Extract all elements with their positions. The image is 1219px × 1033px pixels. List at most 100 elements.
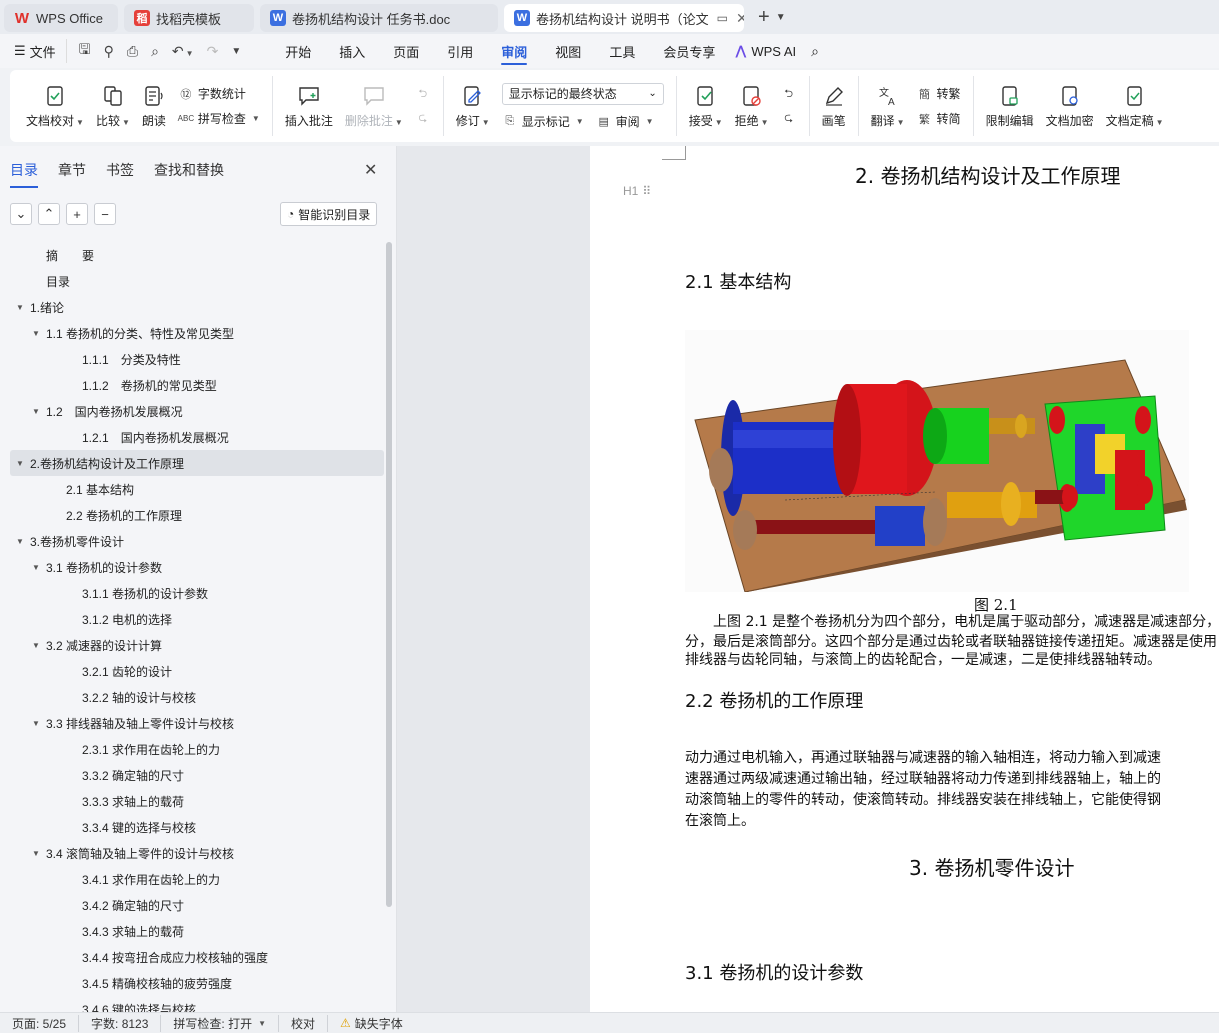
toc-item[interactable]: 1.1.1 分类及特性	[10, 346, 384, 372]
menu-references[interactable]: 引用	[433, 34, 487, 68]
expand-arrow-icon[interactable]: ▼	[30, 641, 42, 650]
expand-arrow-icon[interactable]: ▼	[30, 849, 42, 858]
toc-item[interactable]: 3.3.3 求轴上的载荷	[10, 788, 384, 814]
word-count-status[interactable]: 字数: 8123	[79, 1014, 162, 1032]
nav-tab-chapters[interactable]: 章节	[58, 160, 86, 184]
to-traditional-button[interactable]: 簡转繁	[917, 85, 961, 102]
reject-button[interactable]: 拒绝 ▼	[729, 77, 775, 135]
toc-item[interactable]: ▼ 3.3 排线器轴及轴上零件设计与校核	[10, 710, 384, 736]
word-count-button[interactable]: ⑫ 字数统计	[178, 85, 260, 102]
collapse-up-icon[interactable]: ⌃	[38, 203, 60, 225]
more-icon[interactable]: ▼	[231, 46, 241, 57]
share-icon[interactable]: ⚲	[104, 43, 114, 60]
expand-arrow-icon[interactable]: ▼	[14, 459, 26, 468]
spell-check-button[interactable]: ABC 拼写检查 ▼	[178, 110, 260, 127]
prev-comment-button[interactable]: ⮌	[415, 86, 431, 102]
toc-item[interactable]: 3.2.2 轴的设计与校核	[10, 684, 384, 710]
to-simplified-button[interactable]: 繁转简	[917, 110, 961, 127]
next-change-button[interactable]: ⮎	[781, 110, 797, 126]
scroll-thumb[interactable]	[386, 242, 392, 907]
toc-item[interactable]: ▼ 3.2 减速器的设计计算	[10, 632, 384, 658]
missing-font-status[interactable]: ⚠ 缺失字体	[328, 1015, 415, 1032]
toc-item[interactable]: 1.2.1 国内卷扬机发展概况	[10, 424, 384, 450]
toc-item[interactable]: 3.4.4 按弯扭合成应力校核轴的强度	[10, 944, 384, 970]
wps-ai-button[interactable]: ⋀ WPS AI ⌕	[735, 43, 819, 60]
page-indicator[interactable]: 页面: 5/25	[0, 1014, 80, 1032]
expand-down-icon[interactable]: ⌄	[10, 203, 32, 225]
menu-insert[interactable]: 插入	[325, 34, 379, 68]
toc-scrollbar[interactable]	[386, 242, 392, 1012]
expand-arrow-icon[interactable]: ▼	[30, 563, 42, 572]
chevron-down-icon[interactable]: ▼	[776, 12, 786, 23]
smart-toc-button[interactable]: ◔ 智能识别目录	[280, 202, 378, 226]
expand-arrow-icon[interactable]: ▼	[30, 407, 42, 416]
add-heading-icon[interactable]: +	[66, 203, 88, 225]
heading-handle[interactable]: H1 ⠿	[623, 184, 651, 198]
expand-arrow-icon[interactable]: ▼	[14, 537, 26, 546]
toc-item[interactable]: 目录	[10, 268, 384, 294]
toc-item[interactable]: 3.4.6 键的选择与校核	[10, 996, 384, 1013]
search-icon[interactable]: ⌕	[811, 43, 819, 60]
toc-item[interactable]: 3.4.3 求轴上的载荷	[10, 918, 384, 944]
menu-tools[interactable]: 工具	[595, 34, 649, 68]
file-menu[interactable]: ☰ 文件	[0, 42, 66, 61]
toc-item[interactable]: 3.3.4 键的选择与校核	[10, 814, 384, 840]
doc-check-button[interactable]: 文档校对 ▼	[20, 77, 90, 135]
menu-member[interactable]: 会员专享	[649, 34, 729, 68]
prev-change-button[interactable]: ⮌	[781, 86, 797, 102]
monitor-icon[interactable]: ▭	[717, 11, 728, 25]
finalize-button[interactable]: 文档定稿 ▼	[1100, 77, 1170, 135]
tab-thesis-doc[interactable]: W 卷扬机结构设计 说明书（论文 ▭ ✕	[504, 4, 744, 32]
toc-item[interactable]: 3.1.2 电机的选择	[10, 606, 384, 632]
review-pane-button[interactable]: ▤ 审阅 ▼	[596, 113, 653, 130]
read-aloud-button[interactable]: 朗读	[136, 77, 172, 135]
next-comment-button[interactable]: ⮎	[415, 110, 431, 126]
toc-item[interactable]: ▼ 3.4 滚筒轴及轴上零件的设计与校核	[10, 840, 384, 866]
toc-item[interactable]: 3.3.2 确定轴的尺寸	[10, 762, 384, 788]
close-tab-icon[interactable]: ✕	[736, 10, 744, 27]
toc-item[interactable]: ▼ 3.1 卷扬机的设计参数	[10, 554, 384, 580]
menu-view[interactable]: 视图	[541, 34, 595, 68]
print-preview-icon[interactable]: ⌕	[151, 43, 159, 60]
translate-button[interactable]: 文A 翻译 ▼	[865, 77, 911, 135]
redo-icon[interactable]: ↷	[207, 43, 219, 60]
tab-task-doc[interactable]: W 卷扬机结构设计 任务书.doc	[260, 4, 498, 32]
new-tab-icon[interactable]: +	[758, 6, 770, 29]
toc-item[interactable]: 3.1.1 卷扬机的设计参数	[10, 580, 384, 606]
toc-item[interactable]: ▼ 1.绪论	[10, 294, 384, 320]
expand-arrow-icon[interactable]: ▼	[30, 719, 42, 728]
toc-item[interactable]: ▼ 3.卷扬机零件设计	[10, 528, 384, 554]
toc-item[interactable]: 3.4.2 确定轴的尺寸	[10, 892, 384, 918]
accept-button[interactable]: 接受 ▼	[683, 77, 729, 135]
expand-arrow-icon[interactable]: ▼	[30, 329, 42, 338]
toc-item[interactable]: 2.1 基本结构	[10, 476, 384, 502]
nav-tab-bookmarks[interactable]: 书签	[106, 160, 134, 184]
proof-status[interactable]: 校对	[279, 1014, 329, 1032]
menu-home[interactable]: 开始	[271, 34, 325, 68]
toc-item[interactable]: 3.2.1 齿轮的设计	[10, 658, 384, 684]
nav-tab-toc[interactable]: 目录	[10, 160, 38, 188]
encrypt-button[interactable]: 文档加密	[1040, 77, 1100, 135]
toc-item[interactable]: 3.4.1 求作用在齿轮上的力	[10, 866, 384, 892]
close-icon[interactable]: ✕	[364, 160, 377, 180]
nav-tab-find-replace[interactable]: 查找和替换	[154, 160, 224, 184]
toc-item[interactable]: ▼ 1.1 卷扬机的分类、特性及常见类型	[10, 320, 384, 346]
markup-state-select[interactable]: 显示标记的最终状态 ⌄	[501, 82, 664, 105]
menu-review[interactable]: 审阅	[487, 34, 541, 68]
compare-button[interactable]: 比较 ▼	[90, 77, 136, 135]
delete-comment-button[interactable]: 删除批注 ▼	[339, 77, 409, 135]
toc-item[interactable]: 3.4.5 精确校核轴的疲劳强度	[10, 970, 384, 996]
restrict-edit-button[interactable]: 限制编辑	[980, 77, 1040, 135]
tab-wps-office[interactable]: W WPS Office	[4, 4, 118, 32]
undo-icon[interactable]: ↶ ▼	[172, 43, 194, 60]
insert-comment-button[interactable]: 插入批注	[279, 77, 339, 135]
save-icon[interactable]: 🖫	[79, 39, 91, 63]
toc-item[interactable]: ▼ 2.卷扬机结构设计及工作原理	[10, 450, 384, 476]
toc-item[interactable]: 摘 要	[10, 242, 384, 268]
tab-docer[interactable]: 稻 找稻壳模板	[124, 4, 254, 32]
pen-button[interactable]: 画笔	[816, 77, 852, 135]
track-changes-button[interactable]: 修订 ▼	[450, 77, 496, 135]
menu-page[interactable]: 页面	[379, 34, 433, 68]
print-icon[interactable]: ⎙	[127, 43, 138, 60]
remove-heading-icon[interactable]: −	[94, 203, 116, 225]
